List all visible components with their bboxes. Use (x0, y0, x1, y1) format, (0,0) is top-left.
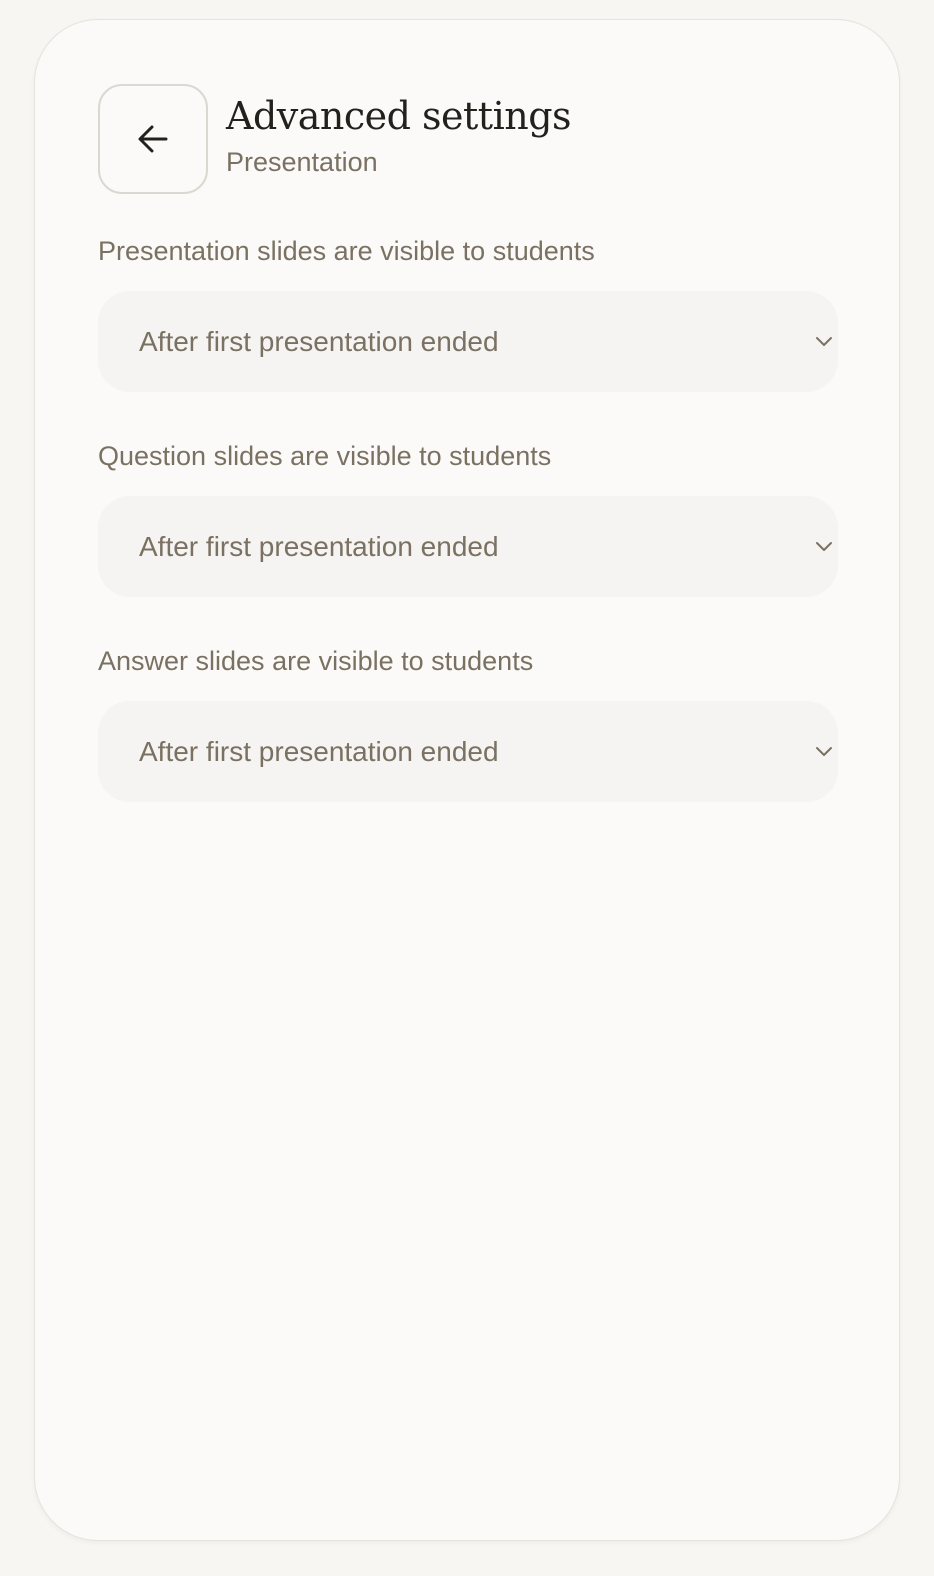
select-value: After first presentation ended (139, 530, 499, 562)
header-titles: Advanced settings Presentation (226, 92, 572, 180)
arrow-left-icon (138, 125, 168, 153)
select-value: After first presentation ended (139, 325, 499, 357)
answer-slides-select[interactable]: After first presentation ended (98, 701, 838, 802)
select-value: After first presentation ended (139, 735, 499, 767)
back-button[interactable] (98, 84, 208, 194)
chevron-down-icon (816, 542, 832, 551)
page-title: Advanced settings (226, 94, 572, 138)
panel-header: Advanced settings Presentation (98, 84, 572, 194)
question-slides-select[interactable]: After first presentation ended (98, 496, 838, 597)
presentation-slides-label: Presentation slides are visible to stude… (98, 236, 595, 266)
chevron-down-icon (816, 337, 832, 346)
answer-slides-label: Answer slides are visible to students (98, 646, 534, 676)
page-subtitle: Presentation (226, 147, 378, 177)
chevron-down-icon (816, 747, 832, 756)
presentation-slides-select[interactable]: After first presentation ended (98, 291, 838, 392)
settings-panel: Advanced settings Presentation Presentat… (34, 19, 900, 1541)
question-slides-label: Question slides are visible to students (98, 441, 552, 471)
